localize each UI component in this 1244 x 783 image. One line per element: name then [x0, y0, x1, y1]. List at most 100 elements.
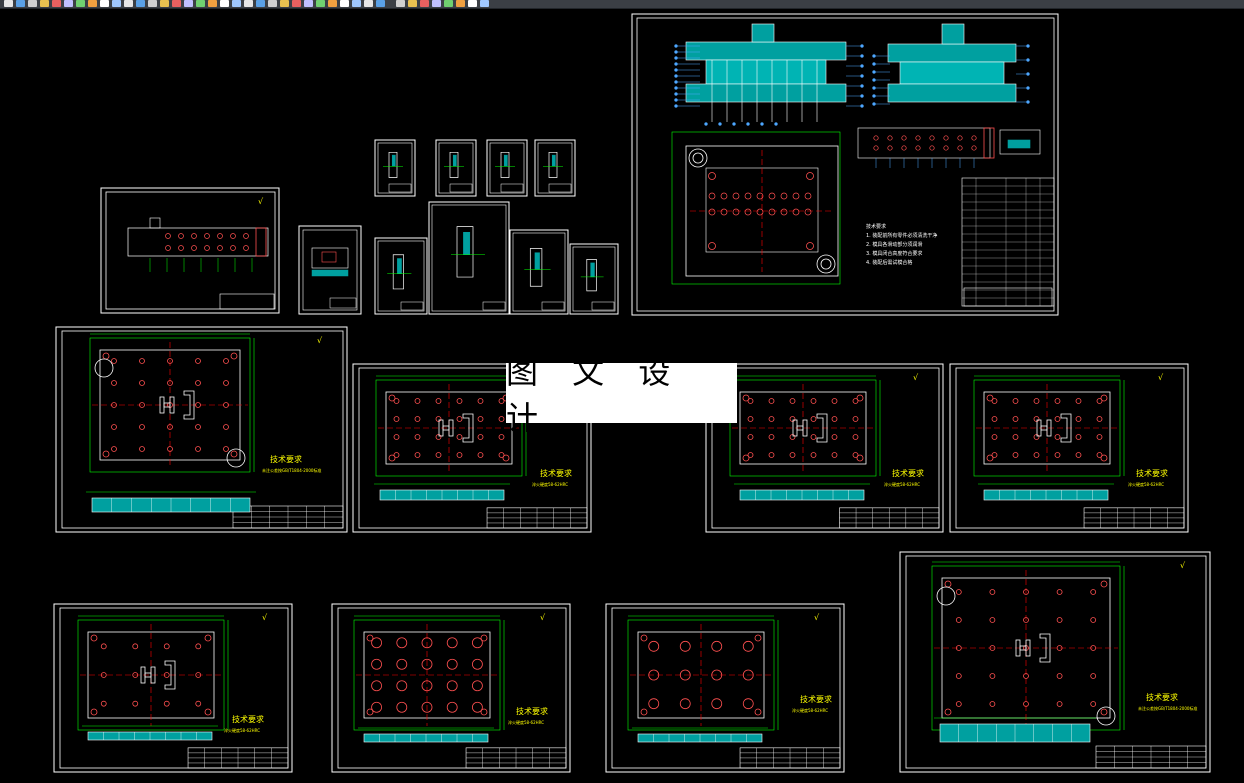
- hole: [163, 643, 170, 650]
- measure-icon[interactable]: [432, 0, 441, 7]
- strip-hole: [971, 135, 977, 141]
- hole: [1054, 452, 1061, 458]
- hole: [435, 452, 442, 458]
- help-icon[interactable]: [480, 0, 489, 7]
- part-section: [590, 262, 595, 278]
- die-block: [705, 59, 827, 85]
- hole: [1012, 452, 1019, 458]
- hole: [195, 446, 201, 452]
- undo-icon[interactable]: [64, 0, 73, 7]
- line-icon[interactable]: [160, 0, 169, 7]
- corner-hole: [754, 634, 762, 642]
- properties-icon[interactable]: [148, 0, 157, 7]
- sheet-inner-border: [537, 142, 573, 194]
- extend-icon[interactable]: [364, 0, 373, 7]
- balloon: [718, 122, 722, 126]
- hole: [456, 398, 463, 404]
- zoom-extents-icon[interactable]: [124, 0, 133, 7]
- balloon: [674, 50, 678, 54]
- hole: [955, 673, 962, 679]
- upper-plate: [685, 41, 847, 61]
- sheet-punch-plate: √: [100, 187, 280, 314]
- hole: [435, 398, 442, 404]
- mirror-icon[interactable]: [328, 0, 337, 7]
- plan-hole: [720, 192, 728, 200]
- lower-plate: [685, 83, 847, 103]
- corner-hole: [230, 352, 238, 360]
- print-icon[interactable]: [28, 0, 37, 7]
- ortho-icon[interactable]: [468, 0, 477, 7]
- rotate-icon[interactable]: [304, 0, 313, 7]
- part-section: [503, 154, 508, 167]
- copy-obj-icon[interactable]: [292, 0, 301, 7]
- corner-hole: [856, 394, 864, 402]
- hole: [789, 416, 796, 422]
- layer-icon[interactable]: [136, 0, 145, 7]
- hole: [768, 434, 775, 440]
- notes-title: 技术要求: [1136, 468, 1168, 478]
- zoom-window-icon[interactable]: [112, 0, 121, 7]
- offset-icon[interactable]: [340, 0, 349, 7]
- erase-icon[interactable]: [420, 0, 429, 7]
- hole: [831, 452, 838, 458]
- hole: [989, 701, 996, 707]
- rectangle-icon[interactable]: [208, 0, 217, 7]
- plan-corner-hole: [708, 172, 716, 180]
- hole: [1033, 452, 1040, 458]
- save-icon[interactable]: [16, 0, 25, 7]
- end-slot: [255, 227, 267, 257]
- circle-icon[interactable]: [184, 0, 193, 7]
- sheet-plate-6: √ 技术要求淬火硬度58-62HRC: [331, 603, 571, 773]
- fillet-icon[interactable]: [376, 0, 385, 7]
- sheet-lower-die-seat: √ 技术要求未注公差按GB/T1804-2000标准: [899, 551, 1211, 773]
- hole: [165, 233, 171, 239]
- sheet-part-4: [534, 139, 576, 197]
- snap-icon[interactable]: [456, 0, 465, 7]
- hole: [1075, 416, 1082, 422]
- side-die-block: [899, 61, 1005, 85]
- notes-line: 淬火硬度58-62HRC: [1128, 481, 1164, 487]
- balloon: [1026, 86, 1030, 90]
- hole: [1012, 398, 1019, 404]
- strip-hole: [943, 145, 949, 151]
- hole: [435, 434, 442, 440]
- hole: [747, 416, 754, 422]
- move-icon[interactable]: [280, 0, 289, 7]
- notes-line: 淬火硬度58-62HRC: [884, 481, 920, 487]
- hole: [393, 434, 400, 440]
- hole: [191, 233, 197, 239]
- dimension-icon[interactable]: [232, 0, 241, 7]
- title-block: [541, 301, 565, 311]
- zoom-icon[interactable]: [100, 0, 109, 7]
- chamfer-icon[interactable]: [396, 0, 405, 7]
- grid-icon[interactable]: [444, 0, 453, 7]
- insert-icon[interactable]: [268, 0, 277, 7]
- text-icon[interactable]: [220, 0, 229, 7]
- polyline-icon[interactable]: [172, 0, 181, 7]
- guide-pillar-hole: [688, 148, 708, 168]
- redo-icon[interactable]: [76, 0, 85, 7]
- side-shank: [941, 23, 965, 45]
- hatch-icon[interactable]: [244, 0, 253, 7]
- sheet-part-1: [374, 139, 416, 197]
- sheet-border: [534, 139, 576, 197]
- notes-title: 技术要求: [892, 468, 924, 478]
- pan-icon[interactable]: [88, 0, 97, 7]
- hole: [414, 398, 421, 404]
- hole: [446, 658, 458, 670]
- hole: [989, 673, 996, 679]
- arc-icon[interactable]: [196, 0, 205, 7]
- plan-hole: [780, 192, 788, 200]
- hole: [1075, 434, 1082, 440]
- title-block: [963, 287, 1053, 307]
- hole: [456, 416, 463, 422]
- trim-icon[interactable]: [352, 0, 361, 7]
- guide-hole: [94, 358, 114, 378]
- explode-icon[interactable]: [408, 0, 417, 7]
- paste-icon[interactable]: [52, 0, 61, 7]
- copy-icon[interactable]: [40, 0, 49, 7]
- strip-end: [983, 127, 995, 159]
- block-icon[interactable]: [256, 0, 265, 7]
- open-icon[interactable]: [4, 0, 13, 7]
- scale-icon[interactable]: [316, 0, 325, 7]
